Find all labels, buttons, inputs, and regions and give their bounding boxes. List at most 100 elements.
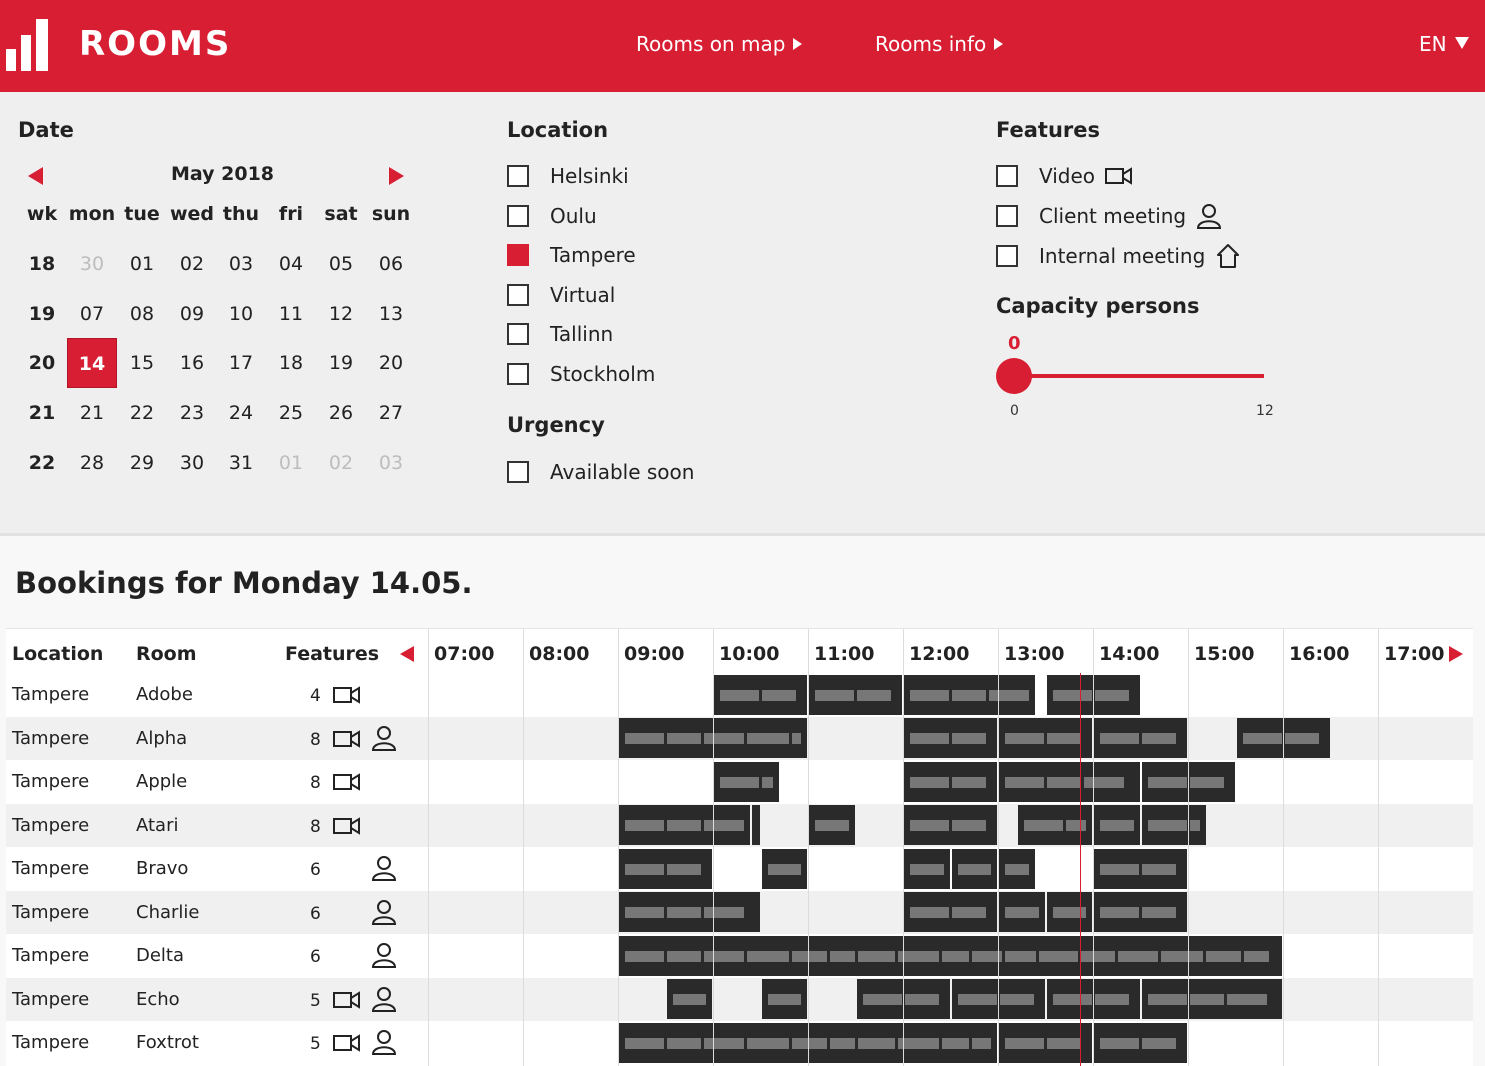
next-month-icon[interactable] [389, 167, 404, 185]
calendar-day[interactable]: 02 [167, 239, 217, 289]
calendar-day[interactable]: 20 [366, 338, 416, 388]
booking-block[interactable] [1141, 805, 1206, 845]
calendar-day[interactable]: 19 [316, 338, 366, 388]
room-name[interactable]: Adobe [136, 684, 193, 705]
booking-block[interactable] [752, 805, 760, 845]
booking-block[interactable] [904, 848, 950, 889]
location-option-tallinn[interactable]: Tallinn [507, 319, 613, 349]
booking-block[interactable] [1094, 848, 1187, 889]
booking-block[interactable] [1046, 892, 1092, 932]
calendar-day[interactable]: 11 [266, 289, 316, 339]
location-option-virtual[interactable]: Virtual [507, 280, 615, 310]
room-name[interactable]: Atari [136, 815, 179, 836]
booking-block[interactable] [619, 805, 750, 845]
stockholm-checkbox[interactable] [507, 363, 529, 385]
calendar-day[interactable]: 15 [117, 338, 167, 388]
booking-block[interactable] [809, 805, 855, 845]
calendar-day[interactable]: 31 [216, 438, 266, 488]
booking-block[interactable] [1141, 979, 1282, 1019]
booking-block[interactable] [666, 979, 712, 1019]
calendar-day[interactable]: 18 [266, 338, 316, 388]
calendar-day[interactable]: 01 [266, 438, 316, 488]
language-selector[interactable]: EN [1419, 32, 1469, 56]
calendar-day[interactable]: 28 [67, 438, 117, 488]
room-name[interactable]: Bravo [136, 858, 188, 879]
prev-hours-icon[interactable] [400, 646, 414, 662]
booking-block[interactable] [999, 848, 1035, 889]
booking-block[interactable] [904, 892, 997, 932]
room-name[interactable]: Charlie [136, 902, 199, 923]
calendar-day[interactable]: 25 [266, 388, 316, 438]
booking-block[interactable] [619, 848, 712, 889]
calendar-day[interactable]: 01 [117, 239, 167, 289]
column-header-features[interactable]: Features [285, 643, 379, 665]
calendar-day[interactable]: 12 [316, 289, 366, 339]
booking-block[interactable] [904, 761, 997, 802]
virtual-checkbox[interactable] [507, 283, 529, 306]
booking-block[interactable] [1094, 892, 1187, 932]
location-option-stockholm[interactable]: Stockholm [507, 359, 655, 389]
tallinn-checkbox[interactable] [507, 323, 529, 346]
prev-month-icon[interactable] [28, 167, 43, 185]
calendar-day[interactable]: 30 [167, 438, 217, 488]
booking-block[interactable] [619, 892, 760, 932]
booking-block[interactable] [904, 718, 997, 758]
room-name[interactable]: Echo [136, 989, 180, 1010]
internal-meeting-checkbox[interactable] [996, 245, 1018, 267]
nav-rooms-info[interactable]: Rooms info [875, 32, 1004, 56]
feature-video[interactable]: Video [996, 161, 1133, 191]
booking-block[interactable] [904, 674, 1035, 715]
room-name[interactable]: Foxtrot [136, 1032, 199, 1053]
booking-block[interactable] [809, 674, 902, 715]
calendar-day[interactable]: 04 [266, 239, 316, 289]
column-header-location[interactable]: Location [12, 643, 103, 665]
booking-block[interactable] [1094, 718, 1187, 758]
location-option-tampere[interactable]: Tampere [507, 240, 636, 270]
booking-block[interactable] [761, 848, 807, 889]
room-name[interactable]: Apple [136, 771, 187, 792]
booking-block[interactable] [619, 935, 1282, 976]
calendar-day[interactable]: 21 [67, 388, 117, 438]
app-brand[interactable]: ROOMS [79, 24, 231, 64]
calendar-day[interactable]: 30 [67, 239, 117, 289]
nav-rooms-on-map[interactable]: Rooms on map [636, 32, 803, 56]
oulu-checkbox[interactable] [507, 204, 529, 227]
calendar-day[interactable]: 07 [67, 289, 117, 339]
video-checkbox[interactable] [996, 165, 1018, 187]
calendar-day[interactable]: 02 [316, 438, 366, 488]
calendar-day[interactable]: 06 [366, 239, 416, 289]
next-hours-icon[interactable] [1449, 646, 1463, 662]
location-option-helsinki[interactable]: Helsinki [507, 161, 629, 191]
booking-block[interactable] [999, 761, 1140, 802]
booking-block[interactable] [1094, 1022, 1187, 1063]
feature-internal-meeting[interactable]: Internal meeting [996, 241, 1241, 271]
booking-block[interactable] [999, 1022, 1092, 1063]
booking-block[interactable] [1094, 805, 1140, 845]
calendar-day[interactable]: 24 [216, 388, 266, 438]
calendar-day[interactable]: 10 [216, 289, 266, 339]
tampere-checkbox[interactable] [507, 244, 529, 267]
calendar-day[interactable]: 17 [216, 338, 266, 388]
booking-block[interactable] [999, 718, 1092, 758]
booking-block[interactable] [714, 761, 779, 802]
calendar-day[interactable]: 09 [167, 289, 217, 339]
calendar-day[interactable]: 13 [366, 289, 416, 339]
calendar-day[interactable]: 03 [366, 438, 416, 488]
column-header-room[interactable]: Room [136, 643, 197, 665]
feature-client-meeting[interactable]: Client meeting [996, 201, 1222, 231]
calendar-day[interactable]: 23 [167, 388, 217, 438]
calendar-day-selected[interactable]: 14 [67, 338, 117, 388]
booking-block[interactable] [951, 848, 997, 889]
capacity-slider-handle[interactable] [996, 358, 1032, 394]
room-name[interactable]: Alpha [136, 728, 187, 749]
calendar-day[interactable]: 26 [316, 388, 366, 438]
calendar-day[interactable]: 16 [167, 338, 217, 388]
calendar-day[interactable]: 05 [316, 239, 366, 289]
client-meeting-checkbox[interactable] [996, 205, 1018, 227]
capacity-slider-track[interactable] [1014, 374, 1264, 378]
available-soon-checkbox[interactable] [507, 461, 529, 483]
location-option-oulu[interactable]: Oulu [507, 201, 597, 231]
booking-block[interactable] [714, 674, 807, 715]
urgency-available-soon[interactable]: Available soon [507, 457, 694, 487]
helsinki-checkbox[interactable] [507, 165, 529, 187]
